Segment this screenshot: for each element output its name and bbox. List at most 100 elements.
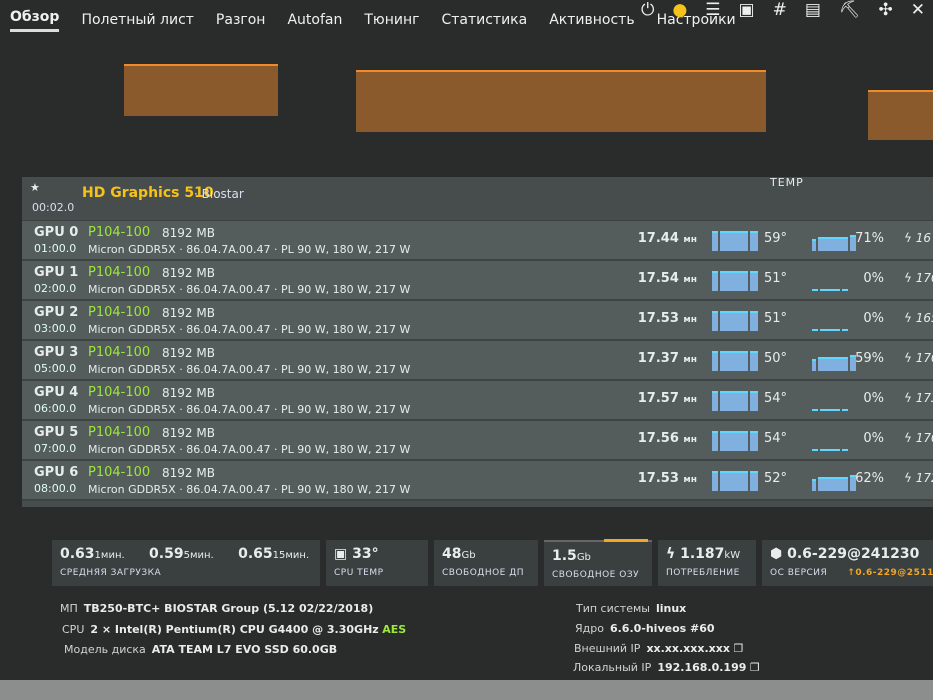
gpu-memory: 8192 MB: [162, 466, 215, 480]
gpu-panel: ★ 00:02.0 HD Graphics 510 · Biostar TEMP…: [22, 176, 933, 507]
hash-icon[interactable]: #: [773, 0, 787, 20]
spark-bar: [820, 409, 840, 411]
hashrate-unit: мн: [683, 395, 697, 405]
temp-sparkline: [712, 389, 758, 411]
terminal-icon[interactable]: ▤: [805, 0, 821, 20]
spark-bar: [750, 231, 758, 251]
fan-sparkline: [812, 315, 848, 331]
copy-icon[interactable]: ❐: [733, 642, 743, 655]
fan-icon[interactable]: ✣: [879, 0, 893, 20]
tab-activity[interactable]: Активность: [549, 12, 634, 28]
gpu-fan: 62%: [855, 471, 884, 486]
os-update-link[interactable]: ↑0.6-229@251128: [847, 568, 933, 578]
gpu-model: P104-100: [88, 265, 151, 280]
type-key: Тип системы: [576, 602, 650, 615]
gpu-row[interactable]: GPU 0 01:00.0 P104-100 8192 MB Micron GD…: [22, 221, 933, 261]
tools-icon[interactable]: ✕: [911, 0, 925, 20]
spark-bar: [720, 431, 748, 451]
gpu-row[interactable]: GPU 5 07:00.0 P104-100 8192 MB Micron GD…: [22, 421, 933, 461]
fan-sparkline: [812, 275, 848, 291]
pickaxe-icon[interactable]: ⛏: [839, 0, 861, 20]
spark-bar: [820, 329, 840, 331]
gpu-bus: 05:00.0: [34, 362, 77, 375]
bolt-icon: ϟ: [904, 311, 912, 325]
mb-value: TB250-BTC+ BIOSTAR Group (5.12 02/22/201…: [83, 602, 374, 615]
spark-bar: [712, 431, 718, 451]
type-value: linux: [655, 602, 687, 615]
sliders-icon[interactable]: ☰: [705, 0, 720, 20]
tab-autofan[interactable]: Autofan: [287, 12, 342, 28]
spark-bar: [842, 329, 848, 331]
gpu-bus: 02:00.0: [34, 282, 77, 295]
chart-area: [868, 90, 933, 140]
gpu-power: ϟ 172 w: [904, 471, 933, 485]
gpu-row[interactable]: GPU 1 02:00.0 P104-100 8192 MB Micron GD…: [22, 261, 933, 301]
spark-bar: [842, 449, 848, 451]
save-icon[interactable]: ▣: [739, 0, 755, 20]
hashrate-unit: мн: [683, 355, 697, 365]
power-icon[interactable]: ⏻: [641, 0, 654, 20]
gpu-model: P104-100: [88, 305, 151, 320]
gpu-details: Micron GDDR5X · 86.04.7A.00.47 · PL 90 W…: [88, 483, 411, 496]
os-update-version: 0.6-229@251128: [855, 568, 933, 578]
tab-overview[interactable]: Обзор: [10, 9, 60, 32]
load-15: 0.65: [238, 546, 273, 562]
gpu-temp: 51°: [764, 311, 788, 326]
stat-power: ϟ 1.187kW ПОТРЕБЛЕНИЕ: [658, 540, 756, 586]
tab-statistics[interactable]: Статистика: [441, 12, 527, 28]
stats-bar: 0.631мин. 0.595мин. 0.6515мин. СРЕДНЯЯ З…: [52, 539, 933, 586]
igpu-bus: 00:02.0: [32, 201, 75, 214]
mb-key: МП: [60, 602, 78, 615]
tab-tuning[interactable]: Тюнинг: [364, 12, 419, 28]
os-version: 0.6-229@241230: [787, 546, 920, 562]
spark-bar: [812, 329, 818, 331]
gpu-power: ϟ 165: [904, 311, 933, 325]
tab-overclock[interactable]: Разгон: [216, 12, 266, 28]
gpu-details: Micron GDDR5X · 86.04.7A.00.47 · PL 90 W…: [88, 323, 411, 336]
stat-ram: 1.5Gb СВОБОДНОЕ ОЗУ: [544, 539, 652, 586]
disk-label: СВОБОДНОЕ ДП: [442, 568, 525, 578]
gpu-details: Micron GDDR5X · 86.04.7A.00.47 · PL 90 W…: [88, 363, 411, 376]
gpu-power: ϟ 173 w: [904, 391, 933, 405]
gpu-hashrate: 17.53 мн: [622, 471, 697, 486]
gpu-details: Micron GDDR5X · 86.04.7A.00.47 · PL 90 W…: [88, 243, 411, 256]
igpu-row: ★ 00:02.0 HD Graphics 510 · Biostar TEMP: [22, 176, 933, 221]
tab-flight-sheet[interactable]: Полетный лист: [81, 12, 193, 28]
disk-info: Модель диска ATA TEAM L7 EVO SSD 60.0GB: [64, 643, 337, 656]
disk-key: Модель диска: [64, 643, 146, 656]
power-value: 172 w: [915, 471, 933, 485]
gpu-power: ϟ 170 w: [904, 351, 933, 365]
ram-label: СВОБОДНОЕ ОЗУ: [552, 570, 640, 580]
gpu-row[interactable]: GPU 4 06:00.0 P104-100 8192 MB Micron GD…: [22, 381, 933, 421]
power-value: 16: [915, 231, 932, 245]
gpu-model: P104-100: [88, 345, 151, 360]
hive-icon: ⬢: [770, 546, 783, 562]
power-value: 165: [915, 311, 933, 325]
gpu-model: P104-100: [88, 385, 151, 400]
power-label: ПОТРЕБЛЕНИЕ: [666, 568, 740, 578]
spark-bar: [750, 311, 758, 331]
spark-bar: [750, 271, 758, 291]
spark-bar: [820, 449, 840, 451]
spark-bar: [720, 391, 748, 411]
kernel-info: Ядро 6.6.0-hiveos #60: [575, 622, 715, 635]
bolt-icon: ϟ: [666, 546, 676, 562]
gpu-id: GPU 6: [34, 465, 79, 480]
hashrate-value: 17.37: [637, 351, 679, 366]
gpu-row[interactable]: GPU 2 03:00.0 P104-100 8192 MB Micron GD…: [22, 301, 933, 341]
spark-bar: [750, 431, 758, 451]
hashrate-unit: мн: [683, 275, 697, 285]
spark-bar: [750, 351, 758, 371]
ram-value: 1.5: [552, 548, 577, 564]
gpu-hashrate: 17.56 мн: [622, 431, 697, 446]
hashrate-unit: мн: [683, 235, 697, 245]
gpu-row[interactable]: GPU 6 08:00.0 P104-100 8192 MB Micron GD…: [22, 461, 933, 501]
copy-icon[interactable]: ❐: [750, 661, 760, 674]
gpu-temp: 51°: [764, 271, 788, 286]
spark-bar: [842, 289, 848, 291]
gpu-row[interactable]: GPU 3 05:00.0 P104-100 8192 MB Micron GD…: [22, 341, 933, 381]
load-5: 0.59: [149, 546, 184, 562]
cpu-icon: ▣: [334, 546, 348, 562]
warning-icon[interactable]: ●: [672, 0, 687, 20]
temp-sparkline: [712, 349, 758, 371]
